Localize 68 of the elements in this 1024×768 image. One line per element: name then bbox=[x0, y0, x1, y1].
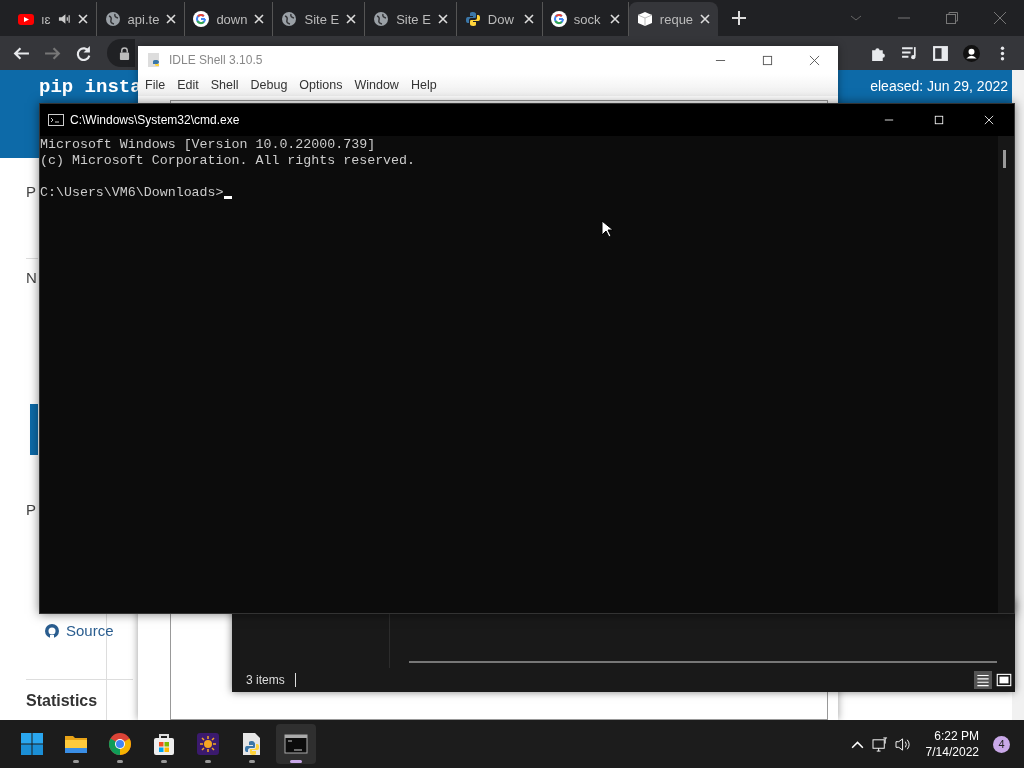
network-icon[interactable] bbox=[871, 736, 889, 752]
nav-indicator bbox=[30, 404, 38, 455]
speaker-icon[interactable] bbox=[57, 13, 71, 25]
tab-title: reque bbox=[659, 11, 694, 27]
globe-icon bbox=[104, 11, 121, 27]
taskbar-button[interactable] bbox=[276, 724, 316, 764]
reload-icon[interactable] bbox=[75, 44, 92, 62]
python-icon bbox=[464, 11, 481, 27]
menu-item[interactable]: Debug bbox=[250, 78, 288, 92]
menu-item[interactable]: Shell bbox=[210, 78, 239, 92]
source-link[interactable]: Source bbox=[44, 622, 114, 639]
sidebar-heading: Statistics bbox=[26, 679, 133, 710]
speaker-icon[interactable] bbox=[894, 736, 912, 752]
shopping-bag-icon bbox=[152, 732, 176, 756]
python-icon bbox=[146, 52, 162, 68]
details-view-icon[interactable] bbox=[974, 671, 992, 689]
menu-item[interactable]: Help bbox=[410, 78, 437, 92]
sidebar-heading: N bbox=[26, 258, 38, 286]
clock[interactable]: 6:22 PM 7/14/2022 bbox=[925, 728, 979, 760]
menu-item[interactable]: Edit bbox=[177, 78, 199, 92]
side-panel-icon[interactable] bbox=[932, 44, 949, 62]
notification-badge[interactable]: 4 bbox=[993, 735, 1010, 753]
scrollbar-thumb[interactable] bbox=[1003, 150, 1006, 168]
item-count: 3 items bbox=[246, 673, 296, 687]
tab-title: ıɛ bbox=[41, 11, 51, 27]
sidebar-heading: P bbox=[26, 183, 36, 200]
console-prompt: C:\Users\VM6\Downloads> bbox=[40, 185, 224, 201]
lock-icon bbox=[119, 46, 130, 60]
chrome-icon bbox=[108, 732, 132, 756]
tab-title: sock bbox=[573, 11, 602, 27]
tab-title: api.te bbox=[127, 11, 160, 27]
console-line: Microsoft Windows [Version 10.0.22000.739] bbox=[40, 137, 376, 153]
windows-logo-icon bbox=[20, 732, 44, 756]
console-line: (c) Microsoft Corporation. All rights reserved. bbox=[40, 153, 416, 169]
close-icon[interactable] bbox=[809, 54, 820, 66]
terminal-icon bbox=[48, 114, 64, 126]
terminal-icon bbox=[284, 732, 308, 756]
address-bar[interactable] bbox=[107, 39, 135, 67]
tab-title: Site E bbox=[304, 11, 340, 27]
release-date: eleased: Jun 29, 2022 bbox=[870, 78, 1008, 94]
menu-item[interactable]: Options bbox=[299, 78, 343, 92]
google-icon bbox=[193, 11, 210, 27]
window-title: IDLE Shell 3.10.5 bbox=[169, 53, 263, 67]
menu-item[interactable]: File bbox=[145, 78, 166, 92]
mouse-pointer-icon bbox=[601, 220, 613, 238]
sidebar-heading: P bbox=[26, 501, 36, 518]
date-text: 7/14/2022 bbox=[925, 744, 979, 760]
tab-title: Site E bbox=[396, 11, 431, 27]
browser-tab[interactable]: reque bbox=[628, 2, 719, 36]
time-text: 6:22 PM bbox=[934, 728, 979, 744]
maximize-icon[interactable] bbox=[762, 54, 773, 66]
video-icon bbox=[18, 11, 34, 27]
profile-icon[interactable] bbox=[963, 44, 980, 62]
window-title: C:\Windows\System32\cmd.exe bbox=[70, 113, 240, 127]
restore-icon[interactable] bbox=[945, 11, 959, 25]
menu-item[interactable]: Window bbox=[354, 78, 399, 92]
globe-icon bbox=[281, 11, 298, 27]
tab-title: Dow bbox=[487, 11, 515, 27]
globe-icon bbox=[373, 11, 390, 27]
new-tab-icon[interactable] bbox=[732, 11, 747, 25]
google-icon bbox=[550, 11, 567, 27]
preview-view-icon[interactable] bbox=[995, 671, 1013, 689]
tab-title: down bbox=[216, 11, 248, 27]
text-cursor bbox=[223, 196, 232, 199]
media-icon[interactable] bbox=[901, 44, 918, 62]
github-icon bbox=[44, 622, 60, 639]
sun-icon bbox=[196, 732, 220, 756]
cube-icon bbox=[636, 11, 653, 27]
